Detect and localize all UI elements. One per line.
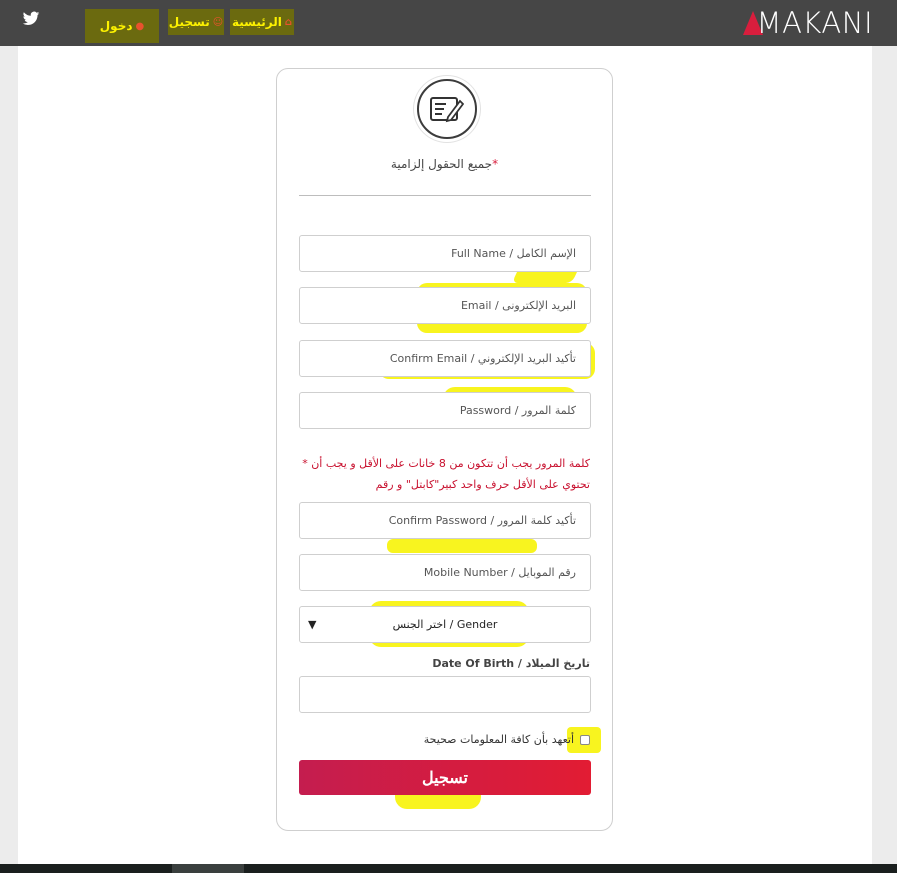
bottom-bar xyxy=(0,864,897,873)
dob-input[interactable] xyxy=(299,676,591,713)
confirm-password-placeholder: تأكيد كلمة المرور / Confirm Password xyxy=(388,514,576,527)
lock-icon: ● xyxy=(135,20,145,32)
registration-card: *جميع الحقول إلزامية الإسم الكامل / Full… xyxy=(276,68,613,831)
top-navbar: ⌂ الرئيسية ☺ تسجيل ● دخول MAKANI xyxy=(0,0,897,46)
dob-label: تاريخ الميلاد / Date Of Birth xyxy=(432,657,590,670)
gender-selected-value: Gender / اختر الجنس xyxy=(392,618,498,631)
mobile-input[interactable]: رقم الموبايل / Mobile Number xyxy=(299,554,591,591)
register-button-label: تسجيل xyxy=(422,769,468,787)
home-icon: ⌂ xyxy=(284,16,293,28)
twitter-icon[interactable] xyxy=(22,11,40,27)
email-input[interactable]: البريد الإلكترونى / Email xyxy=(299,287,591,324)
nav-register-label: تسجيل xyxy=(168,15,210,29)
password-rules-note: كلمة المرور يجب أن تتكون من 8 خانات على … xyxy=(302,457,590,491)
email-placeholder: البريد الإلكترونى / Email xyxy=(460,299,576,312)
confirm-password-input[interactable]: تأكيد كلمة المرور / Confirm Password xyxy=(299,502,591,539)
gender-select[interactable]: ▼ Gender / اختر الجنس xyxy=(299,606,591,643)
nav-register[interactable]: ☺ تسجيل xyxy=(168,9,224,35)
nav-login-label: دخول xyxy=(99,19,133,33)
form-edit-icon xyxy=(417,79,477,139)
register-button[interactable]: تسجيل xyxy=(299,760,591,795)
divider xyxy=(299,195,591,196)
required-fields-note: *جميع الحقول إلزامية xyxy=(390,157,499,171)
password-placeholder: كلمة المرور / Password xyxy=(459,404,576,417)
agree-row: أتعهد بأن كافة المعلومات صحيحة xyxy=(424,733,590,746)
agree-checkbox[interactable] xyxy=(580,734,590,745)
nav-home-label: الرئيسية xyxy=(231,15,282,29)
makani-logo[interactable]: MAKANI xyxy=(742,6,873,40)
confirm-email-placeholder: تأكيد البريد الإلكتروني / Confirm Email xyxy=(389,352,576,365)
full-name-input[interactable]: الإسم الكامل / Full Name xyxy=(299,235,591,272)
agree-label: أتعهد بأن كافة المعلومات صحيحة xyxy=(423,733,574,746)
user-add-icon: ☺ xyxy=(212,16,224,28)
nav-login[interactable]: ● دخول xyxy=(85,9,159,43)
nav-home[interactable]: ⌂ الرئيسية xyxy=(230,9,294,35)
mobile-placeholder: رقم الموبايل / Mobile Number xyxy=(423,566,576,579)
password-input[interactable]: كلمة المرور / Password xyxy=(299,392,591,429)
confirm-email-input[interactable]: تأكيد البريد الإلكتروني / Confirm Email xyxy=(299,340,591,377)
logo-text: MAKANI xyxy=(756,6,873,40)
full-name-placeholder: الإسم الكامل / Full Name xyxy=(451,247,576,260)
